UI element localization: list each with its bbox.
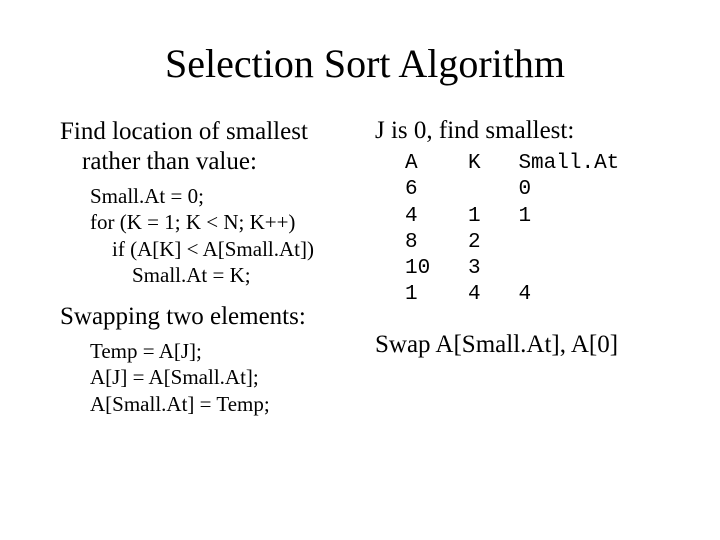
trace-col-s: Small.At: [518, 152, 619, 175]
trace-table: A K Small.At 6 0 4 1 1 8 2 10 3 1 4 4: [375, 151, 670, 309]
trace-cell: 3: [468, 257, 481, 280]
code-line: A[Small.At] = Temp;: [90, 391, 355, 417]
trace-cell: 1: [405, 283, 418, 306]
trace-cell: 0: [518, 178, 531, 201]
swap-result: Swap A[Small.At], A[0]: [375, 331, 670, 359]
trace-col-k: K: [468, 152, 481, 175]
swap-code: Temp = A[J]; A[J] = A[Small.At]; A[Small…: [60, 338, 355, 417]
code-line: for (K = 1; K < N; K++): [90, 209, 355, 235]
heading-line: rather than value:: [60, 147, 355, 177]
content-columns: Find location of smallest rather than va…: [60, 117, 670, 431]
trace-cell: 2: [468, 231, 481, 254]
slide: Selection Sort Algorithm Find location o…: [0, 0, 720, 540]
heading-line: Find location of smallest: [60, 118, 308, 145]
trace-cell: 4: [405, 205, 418, 228]
trace-heading: J is 0, find smallest:: [375, 117, 670, 145]
trace-cell: 4: [518, 283, 531, 306]
trace-cell: 4: [468, 283, 481, 306]
page-title: Selection Sort Algorithm: [60, 40, 670, 87]
left-column: Find location of smallest rather than va…: [60, 117, 355, 431]
find-location-heading: Find location of smallest rather than va…: [60, 117, 355, 177]
code-line: Small.At = 0;: [90, 183, 355, 209]
code-line: if (A[K] < A[Small.At]): [90, 236, 355, 262]
swap-heading: Swapping two elements:: [60, 302, 355, 332]
trace-cell: 10: [405, 257, 430, 280]
trace-col-a: A: [405, 152, 418, 175]
code-line: Temp = A[J];: [90, 338, 355, 364]
code-line: Small.At = K;: [90, 262, 355, 288]
trace-cell: 1: [468, 205, 481, 228]
code-line: A[J] = A[Small.At];: [90, 364, 355, 390]
right-column: J is 0, find smallest: A K Small.At 6 0 …: [375, 117, 670, 431]
trace-cell: 8: [405, 231, 418, 254]
find-location-code: Small.At = 0; for (K = 1; K < N; K++) if…: [60, 183, 355, 288]
trace-cell: 1: [518, 205, 531, 228]
trace-cell: 6: [405, 178, 418, 201]
